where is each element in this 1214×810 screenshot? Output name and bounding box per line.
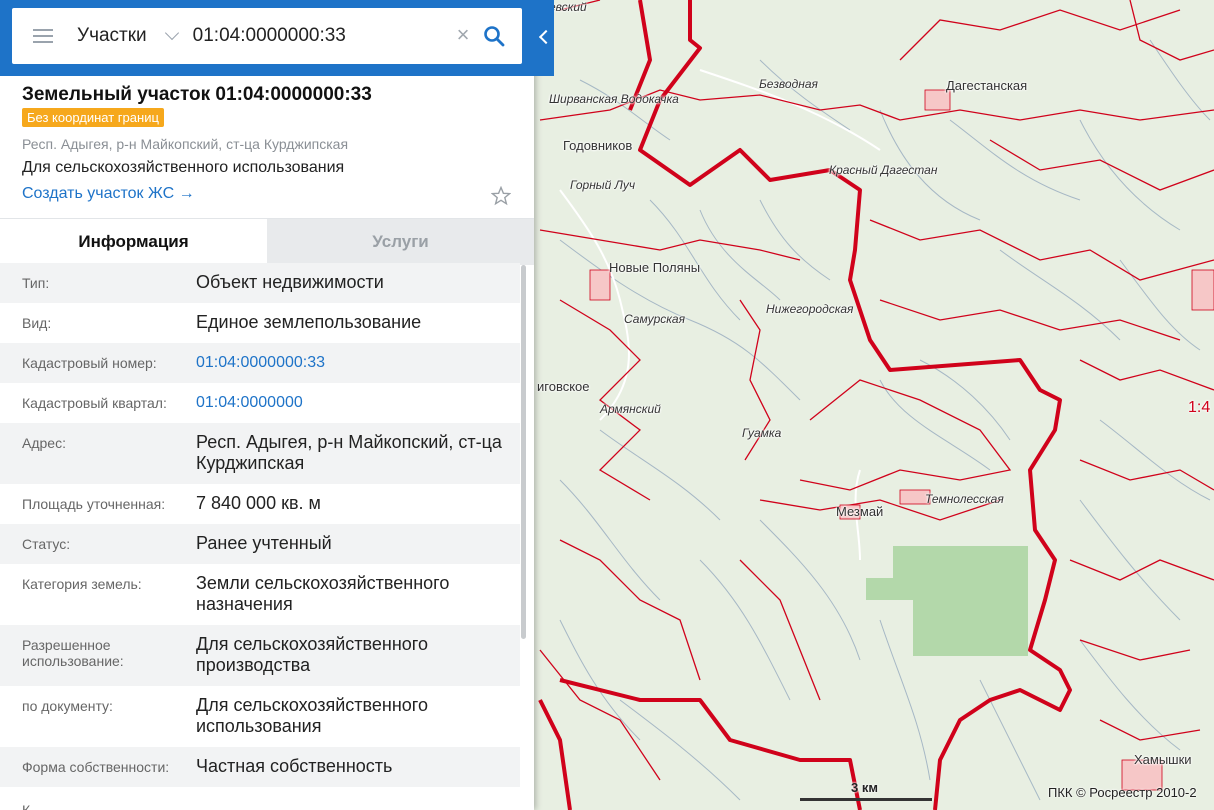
layer-select-label: Участки [77,25,147,46]
info-label: Форма собственности: [22,759,170,775]
place-label: Мезмай [836,504,884,519]
search-box: Участки × [12,8,522,64]
place-label: Красный Дагестан [829,163,938,177]
info-label: Адрес: [22,435,66,451]
info-row: Кадастровый квартал: 01:04:0000000 [0,383,520,423]
info-label: Категория земель: [22,576,142,592]
cadastral-quarter-link[interactable]: 01:04:0000000 [196,383,510,423]
info-row: Вид: Единое землепользование [0,303,520,343]
info-value: Единое землепользование [196,312,422,332]
info-value: Земли сельскохозяйственного назначения [196,573,450,614]
info-value: Частная собственность [196,756,393,776]
info-label: Вид: [22,315,52,331]
search-icon[interactable] [482,24,506,48]
info-label: Статус: [22,536,71,552]
status-badge: Без координат границ [22,108,164,127]
tab-bar: Информация Услуги [0,218,534,265]
info-label: Площадь уточненная: [22,496,166,512]
place-label: Годовников [563,138,633,153]
info-row: Категория земель: Земли сельскохозяйстве… [0,564,520,625]
search-input[interactable] [192,25,433,47]
place-label: Ширванская Водокачка [549,92,679,106]
scale-label: 3 км [851,780,878,795]
tab-services[interactable]: Услуги [267,219,534,265]
info-label: Кадастровый номер: [22,355,157,371]
place-label: Армянский [600,402,661,416]
place-label: Гуамка [742,426,782,440]
layer-select[interactable]: Участки [77,25,179,47]
cadastral-number-link[interactable]: 01:04:0000000:33 [196,343,510,383]
info-value: Для сельскохозяйственного использования [196,695,428,736]
place-label: Дагестанская [946,78,1028,93]
place-label: Горный Луч [570,178,636,192]
place-label: иговское [537,379,590,394]
place-label: Безводная [759,77,818,91]
chevron-down-icon [164,25,179,41]
menu-icon[interactable] [33,29,53,43]
place-label: Новые Поляны [609,260,701,275]
info-row: Тип: Объект недвижимости [0,263,520,303]
info-row: Статус: Ранее учтенный [0,524,520,564]
info-table: Тип: Объект недвижимости Вид: Единое зем… [0,263,520,787]
info-row: по документу: Для сельскохозяйственного … [0,686,520,747]
info-row: Площадь уточненная: 7 840 000 кв. м [0,484,520,524]
scale-bar [800,798,932,801]
info-row: Кадастровый номер: 01:04:0000000:33 [0,343,520,383]
info-label: Разрешенное использование: [22,637,124,669]
info-label: К [22,802,31,810]
parcel-header: Земельный участок 01:04:0000000:33 Без к… [0,76,534,218]
info-row: Адрес: Респ. Адыгея, р-н Майкопский, ст-… [0,423,520,484]
parcel-number-label: 1:4 [1188,399,1211,416]
close-icon[interactable]: × [454,24,472,46]
place-label: евский [549,0,587,14]
info-value: Объект недвижимости [196,272,384,292]
info-label: по документу: [22,698,113,714]
star-icon[interactable] [491,186,511,206]
parcel-address: Респ. Адыгея, р-н Майкопский, ст-ца Курд… [22,136,349,152]
collapse-panel-button[interactable] [534,0,554,76]
copyright: ПКК © Росреестр 2010-2 [1048,785,1197,800]
place-label: Самурская [624,312,685,326]
info-panel: Участки × Земельный участок 01:04:000000… [0,0,534,810]
tab-info[interactable]: Информация [0,219,267,265]
parcel-usage: Для сельскохозяйственного использования [22,159,345,176]
info-value: Ранее учтенный [196,533,332,553]
parcel-title: Земельный участок 01:04:0000000:33 [22,84,372,105]
info-label: Тип: [22,275,50,291]
info-label: Кадастровый квартал: [22,395,167,411]
search-bar: Участки × [0,0,534,76]
info-row: Разрешенное использование: Для сельскохо… [0,625,520,686]
info-value: 7 840 000 кв. м [196,493,321,513]
place-label: Хамышки [1134,752,1192,767]
scrollbar[interactable] [521,265,526,639]
info-value: Респ. Адыгея, р-н Майкопский, ст-ца Курд… [196,432,502,473]
info-value: Для сельскохозяйственного производства [196,634,428,675]
place-label: Темнолесская [925,492,1004,506]
place-label: Нижегородская [766,302,854,316]
create-parcel-link[interactable]: Создать участок ЖС → [22,185,195,203]
info-row: Форма собственности: Частная собственнос… [0,747,520,787]
